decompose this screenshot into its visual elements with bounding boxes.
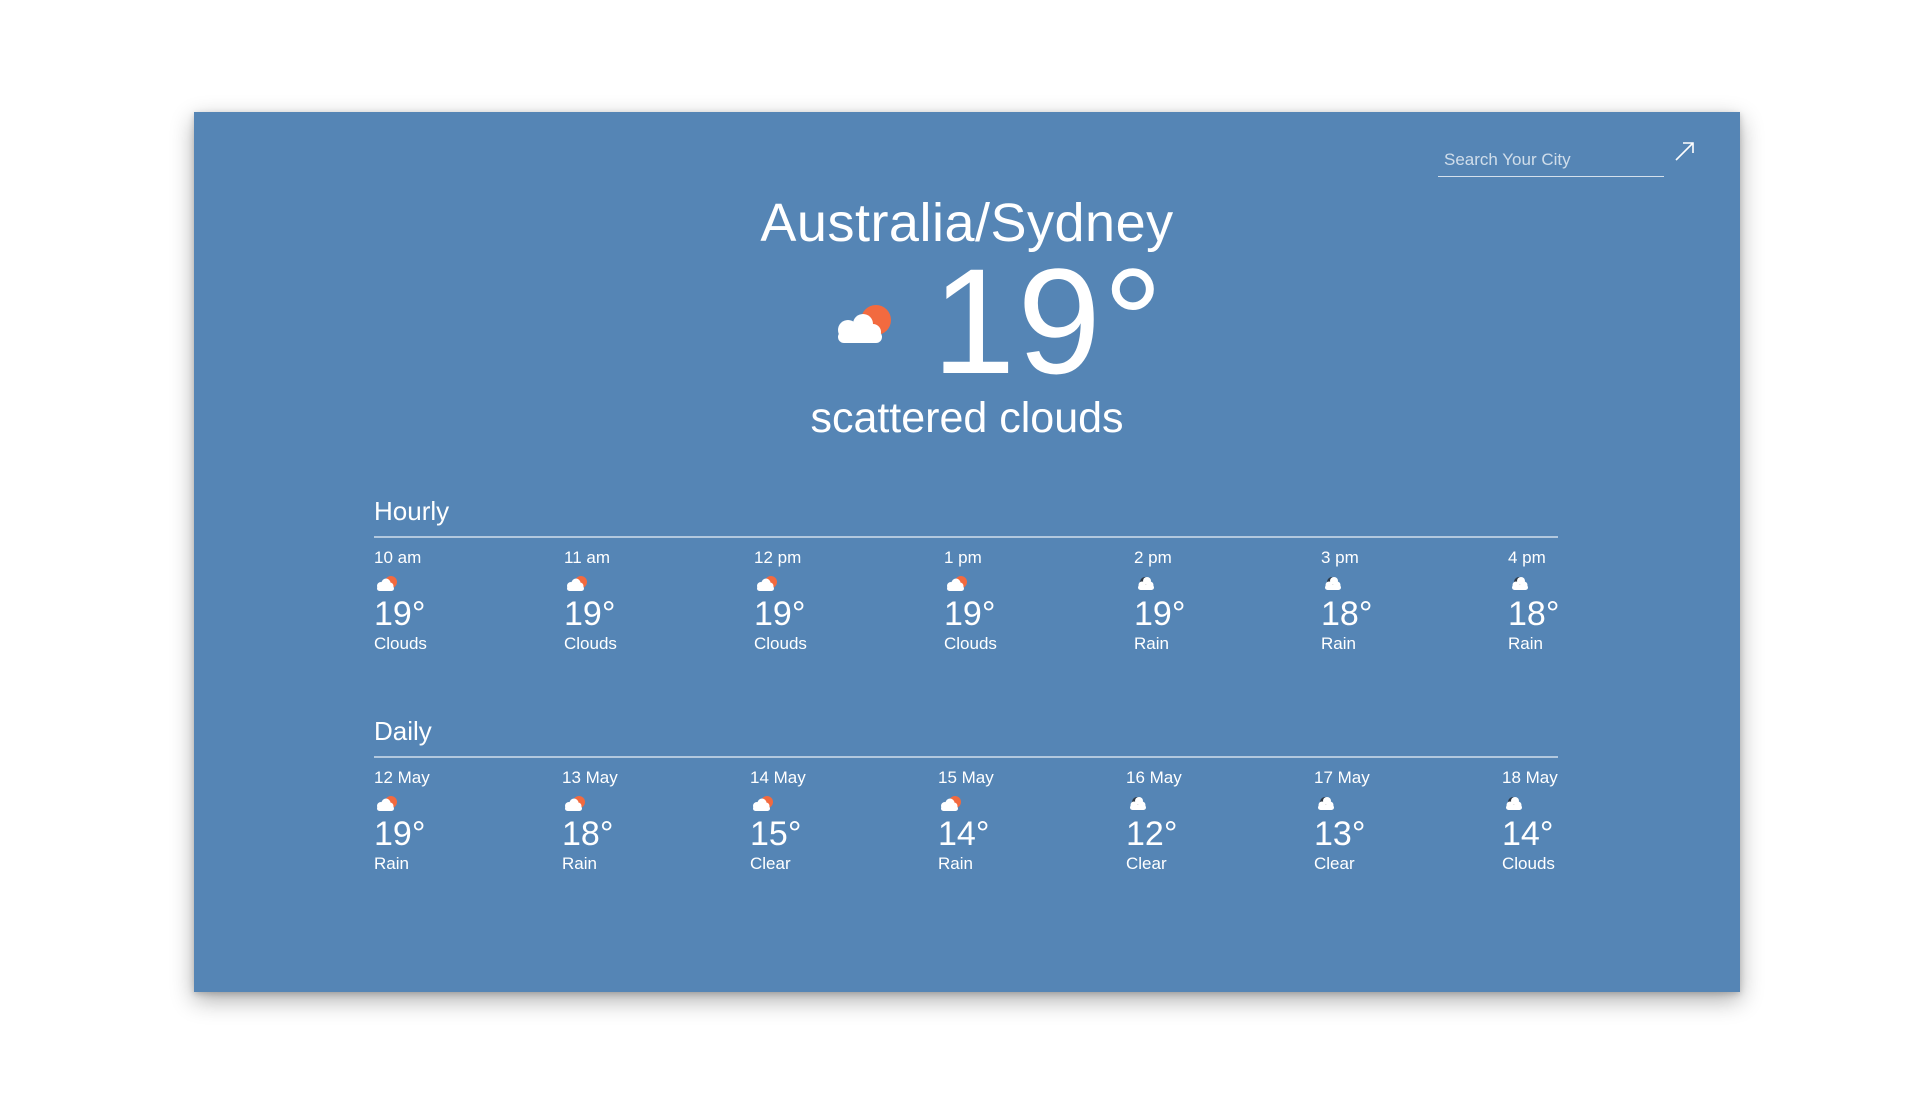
forecast-temperature: 18°	[562, 815, 614, 853]
forecast-temperature: 19°	[374, 815, 426, 853]
forecast-temperature: 19°	[754, 595, 806, 633]
forecast-time: 16 May	[1126, 768, 1182, 787]
forecast-condition: Rain	[1508, 634, 1543, 653]
weather-card: Australia/Sydney 19° scattered clouds Ho…	[194, 112, 1740, 992]
partly-cloudy-day-icon	[564, 574, 590, 592]
forecast-condition: Rain	[1321, 634, 1356, 653]
forecast-temperature: 12°	[1126, 815, 1178, 853]
forecast-item: 12 May 19° Rain	[374, 768, 494, 874]
current-conditions: 19°	[194, 246, 1740, 396]
forecast-temperature: 19°	[944, 595, 996, 633]
forecast-item: 11 am 19° Clouds	[564, 548, 684, 654]
cloudy-night-icon	[1508, 574, 1534, 592]
forecast-item: 17 May 13° Clear	[1314, 768, 1434, 874]
partly-cloudy-day-icon	[562, 794, 588, 812]
forecast-item: 12 pm 19° Clouds	[754, 548, 874, 654]
partly-cloudy-day-icon	[938, 794, 964, 812]
daily-title: Daily	[374, 716, 432, 746]
partly-cloudy-day-icon	[374, 574, 400, 592]
cloudy-night-icon	[1502, 794, 1528, 812]
cloudy-night-icon	[1321, 574, 1347, 592]
forecast-temperature: 14°	[1502, 815, 1554, 853]
forecast-item: 15 May 14° Rain	[938, 768, 1058, 874]
forecast-temperature: 19°	[564, 595, 616, 633]
forecast-temperature: 19°	[374, 595, 426, 633]
forecast-item: 13 May 18° Rain	[562, 768, 682, 874]
forecast-time: 14 May	[750, 768, 806, 787]
forecast-temperature: 15°	[750, 815, 802, 853]
search-field[interactable]	[1438, 134, 1664, 177]
partly-cloudy-day-icon	[374, 794, 400, 812]
partly-cloudy-day-icon	[750, 794, 776, 812]
forecast-time: 15 May	[938, 768, 994, 787]
forecast-item: 10 am 19° Clouds	[374, 548, 494, 654]
forecast-time: 11 am	[564, 548, 610, 567]
forecast-time: 12 pm	[754, 548, 802, 567]
forecast-time: 12 May	[374, 768, 430, 787]
forecast-temperature: 19°	[1134, 595, 1186, 633]
forecast-condition: Rain	[938, 854, 973, 873]
cloudy-night-icon	[1126, 794, 1152, 812]
cloudy-night-icon	[1134, 574, 1160, 592]
weather-description: scattered clouds	[810, 394, 1124, 442]
forecast-condition: Clear	[1126, 854, 1167, 873]
forecast-time: 4 pm	[1508, 548, 1546, 567]
forecast-temperature: 13°	[1314, 815, 1366, 853]
forecast-time: 17 May	[1314, 768, 1370, 787]
daily-forecast: 12 May 19° Rain 13 May 18° Rain 14 May 15° Clear…	[374, 768, 1558, 888]
partly-cloudy-day-icon	[754, 574, 780, 592]
forecast-time: 3 pm	[1321, 548, 1359, 567]
forecast-temperature: 18°	[1508, 595, 1560, 633]
partly-cloudy-day-icon	[944, 574, 970, 592]
forecast-condition: Clouds	[944, 634, 997, 653]
forecast-condition: Clouds	[1502, 854, 1555, 873]
forecast-item: 14 May 15° Clear	[750, 768, 870, 874]
forecast-condition: Rain	[374, 854, 409, 873]
forecast-condition: Clouds	[374, 634, 427, 653]
forecast-condition: Clouds	[564, 634, 617, 653]
forecast-time: 2 pm	[1134, 548, 1172, 567]
forecast-time: 13 May	[562, 768, 618, 787]
forecast-item: 18 May 14° Clouds	[1502, 768, 1622, 874]
forecast-condition: Rain	[1134, 634, 1169, 653]
daily-divider	[374, 756, 1558, 758]
partly-cloudy-day-icon	[838, 305, 891, 343]
hourly-divider	[374, 536, 1558, 538]
forecast-condition: Clear	[750, 854, 791, 873]
hourly-forecast: 10 am 19° Clouds 11 am 19° Clouds 12 pm 19° Clou…	[374, 548, 1559, 668]
forecast-item: 16 May 12° Clear	[1126, 768, 1246, 874]
search-input[interactable]	[1438, 134, 1664, 176]
forecast-time: 18 May	[1502, 768, 1558, 787]
current-temperature: 19°	[932, 237, 1165, 405]
arrow-up-right-icon[interactable]	[1672, 138, 1698, 164]
hourly-title: Hourly	[374, 496, 450, 526]
forecast-condition: Rain	[562, 854, 597, 873]
forecast-time: 10 am	[374, 548, 422, 567]
forecast-time: 1 pm	[944, 548, 982, 567]
forecast-temperature: 18°	[1321, 595, 1373, 633]
forecast-item: 1 pm 19° Clouds	[944, 548, 1064, 654]
forecast-item: 4 pm 18° Rain	[1508, 548, 1628, 654]
forecast-condition: Clear	[1314, 854, 1355, 873]
forecast-item: 2 pm 19° Rain	[1134, 548, 1254, 654]
cloudy-night-icon	[1314, 794, 1340, 812]
forecast-item: 3 pm 18° Rain	[1321, 548, 1441, 654]
forecast-temperature: 14°	[938, 815, 990, 853]
forecast-condition: Clouds	[754, 634, 807, 653]
